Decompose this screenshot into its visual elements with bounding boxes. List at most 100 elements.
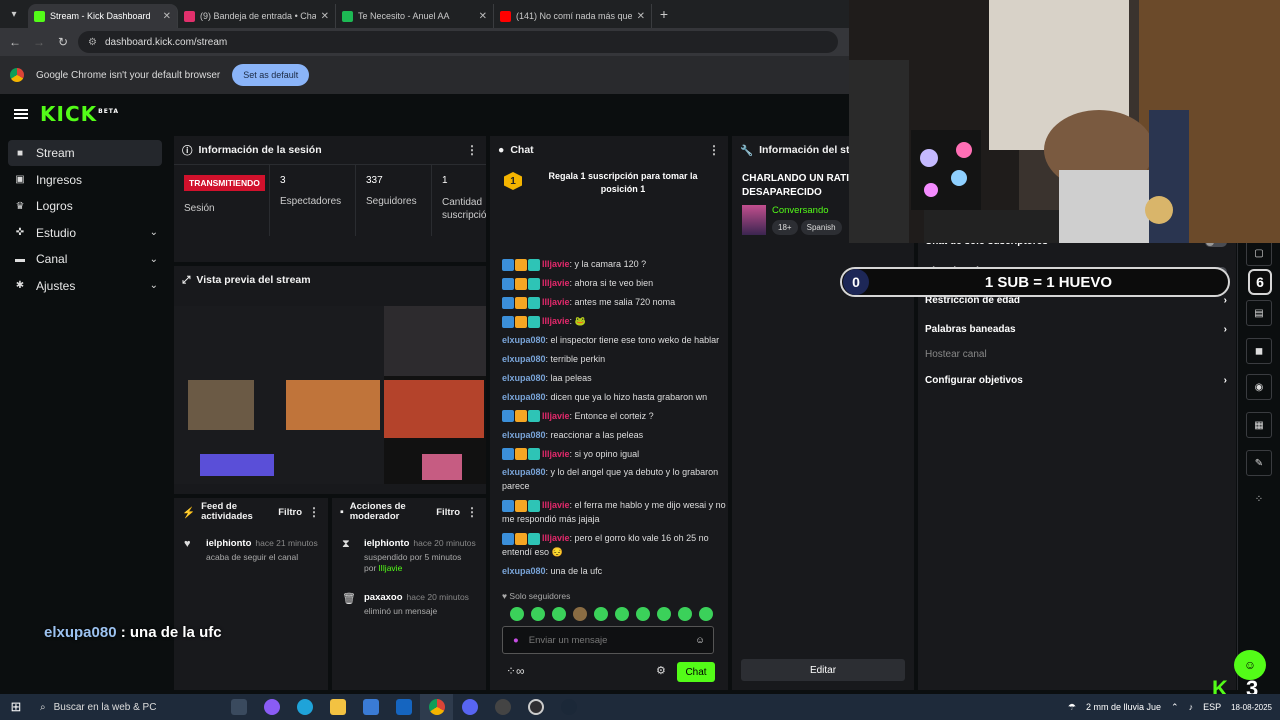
emote-icon[interactable] <box>573 607 587 621</box>
sidebar-item-estudio[interactable]: ✜ Estudio ⌄ <box>8 220 162 246</box>
chat-username[interactable]: elxupa080 <box>502 354 546 364</box>
moderator-by-user[interactable]: lIljavie <box>379 563 403 573</box>
chat-username[interactable]: lIljavie <box>542 449 570 459</box>
chat-setting-row[interactable]: Configurar objetivos › <box>925 375 1227 386</box>
copilot-icon[interactable] <box>255 694 288 720</box>
emote-icon[interactable] <box>636 607 650 621</box>
emote-icon[interactable] <box>594 607 608 621</box>
tab-close-icon[interactable]: ✕ <box>479 11 487 22</box>
emote-bar[interactable] <box>496 607 713 621</box>
moderator-user[interactable]: paxaxoo <box>364 592 403 603</box>
chat-message[interactable]: elxupa080: el inspector tiene ese tono w… <box>502 334 726 348</box>
sidebar-item-ingresos[interactable]: ▣ Ingresos <box>8 167 162 193</box>
emote-icon[interactable] <box>657 607 671 621</box>
browser-tab[interactable]: (9) Bandeja de entrada • Chats ✕ <box>178 4 336 28</box>
chat-message[interactable]: elxupa080: una de la ufc <box>502 565 726 579</box>
chat-username[interactable]: elxupa080 <box>502 430 546 440</box>
emote-icon[interactable] <box>552 607 566 621</box>
chat-message[interactable]: lIljavie: si yo opino igual <box>502 448 726 462</box>
sidebar-item-ajustes[interactable]: ✱ Ajustes ⌄ <box>8 273 162 299</box>
chat-messages[interactable]: lIljavie: y la camara 120 ? lIljavie: aho… <box>502 214 726 584</box>
taskbar-search[interactable]: ⌕ Buscar en la web & PC <box>32 694 222 720</box>
moderator-user[interactable]: ielphionto <box>364 538 409 549</box>
chat-setting-row[interactable]: Hostear canal <box>925 349 1227 360</box>
task-view-icon[interactable] <box>222 694 255 720</box>
browser-tab[interactable]: Te Necesito - Anuel AA ✕ <box>336 4 494 28</box>
store-icon[interactable] <box>354 694 387 720</box>
chat-username[interactable]: lIljavie <box>542 316 570 326</box>
emote-icon[interactable] <box>615 607 629 621</box>
chat-message[interactable]: lIljavie: ahora si te veo bien <box>502 277 726 291</box>
sidebar-item-logros[interactable]: ♛ Logros <box>8 193 162 219</box>
browser-tab[interactable]: (141) No comí nada más que ✕ <box>494 4 652 28</box>
pinned-goal[interactable]: 1 Regala 1 suscripción para tomar la pos… <box>490 164 728 206</box>
app-icon[interactable] <box>486 694 519 720</box>
kick-logo[interactable]: KICKBETA <box>40 102 119 126</box>
speaker-icon[interactable]: ♪ <box>1189 702 1194 712</box>
tab-close-icon[interactable]: ✕ <box>637 11 645 22</box>
chat-message[interactable]: elxupa080: dicen que ya lo hizo hasta gr… <box>502 391 726 405</box>
emote-icon[interactable] <box>678 607 692 621</box>
category-name[interactable]: Conversando <box>772 205 842 216</box>
chat-message[interactable]: elxupa080: terrible perkin <box>502 353 726 367</box>
weather-text[interactable]: 2 mm de lluvia Jue <box>1086 702 1161 712</box>
clipboard-icon[interactable]: ▤ <box>1246 300 1272 326</box>
chat-username[interactable]: lIljavie <box>542 500 570 510</box>
chat-username[interactable]: lIljavie <box>542 411 570 421</box>
chat-message[interactable]: lIljavie: y la camara 120 ? <box>502 258 726 272</box>
obs-icon[interactable] <box>519 694 552 720</box>
edit-button[interactable]: Editar <box>741 659 905 681</box>
broadcast-icon[interactable]: ◉ <box>1246 374 1272 400</box>
points-icon[interactable]: ⁘∞ <box>506 664 525 678</box>
date-text[interactable]: 18-08-2025 <box>1231 703 1272 712</box>
emote-icon[interactable] <box>699 607 713 621</box>
sidebar-item-canal[interactable]: ▬ Canal ⌄ <box>8 246 162 272</box>
chat-username[interactable]: lIljavie <box>542 259 570 269</box>
lang-indicator[interactable]: ESP <box>1203 702 1221 712</box>
chat-setting-row[interactable]: Palabras baneadas › <box>925 324 1227 335</box>
menu-icon[interactable] <box>14 109 28 119</box>
activity-menu-icon[interactable]: ⋮ <box>308 505 320 519</box>
file-explorer-icon[interactable] <box>321 694 354 720</box>
chat-username[interactable]: elxupa080 <box>502 566 546 576</box>
send-chat-button[interactable]: Chat <box>677 662 715 682</box>
chat-message[interactable]: lIljavie: el ferra me hablo y me dijo we… <box>502 499 726 527</box>
outlook-icon[interactable] <box>387 694 420 720</box>
activity-filter-button[interactable]: Filtro <box>278 507 302 518</box>
emoji-icon[interactable]: ☺ <box>695 635 705 646</box>
browser-tab[interactable]: Stream - Kick Dashboard ✕ <box>28 4 178 28</box>
edge-icon[interactable] <box>288 694 321 720</box>
chat-username[interactable]: elxupa080 <box>502 392 546 402</box>
wrench-tool-icon[interactable]: ✎ <box>1246 450 1272 476</box>
moderator-filter-button[interactable]: Filtro <box>436 507 460 518</box>
chat-message[interactable]: elxupa080: y lo del angel que ya debuto … <box>502 466 726 494</box>
chat-bubble-icon[interactable]: ◼ <box>1246 338 1272 364</box>
chat-message[interactable]: elxupa080: laa peleas <box>502 372 726 386</box>
moderator-menu-icon[interactable]: ⋮ <box>466 505 478 519</box>
chat-message[interactable]: lIljavie: Entonce el corteiz ? <box>502 410 726 424</box>
new-tab-button[interactable]: + <box>652 6 676 22</box>
steam-icon[interactable] <box>552 694 585 720</box>
share-icon[interactable]: ⁘ <box>1246 486 1272 512</box>
mic-icon[interactable]: ● <box>513 635 519 646</box>
reload-icon[interactable]: ↻ <box>54 35 72 49</box>
tab-close-icon[interactable]: ✕ <box>321 11 329 22</box>
set-default-button[interactable]: Set as default <box>232 64 310 86</box>
chat-input[interactable]: ● Enviar un mensaje ☺ <box>502 626 714 654</box>
tab-close-icon[interactable]: ✕ <box>163 11 171 22</box>
chat-username[interactable]: elxupa080 <box>502 335 546 345</box>
activity-user[interactable]: ielphionto <box>206 538 251 549</box>
session-menu-icon[interactable]: ⋮ <box>466 143 478 157</box>
forward-icon[interactable]: → <box>30 35 48 49</box>
chat-username[interactable]: elxupa080 <box>502 373 546 383</box>
chat-username[interactable]: elxupa080 <box>502 467 546 477</box>
print-icon[interactable]: ▦ <box>1246 412 1272 438</box>
chat-message[interactable]: lIljavie: 🐸 <box>502 315 726 329</box>
chat-message[interactable]: lIljavie: pero el gorro klo vale 16 oh 2… <box>502 532 726 560</box>
tab-search-icon[interactable]: ▾ <box>0 0 28 28</box>
site-info-icon[interactable]: ⚙ <box>88 37 97 48</box>
chat-username[interactable]: lIljavie <box>542 533 570 543</box>
chat-username[interactable]: lIljavie <box>542 297 570 307</box>
tray-chevron-icon[interactable]: ⌃ <box>1171 702 1179 713</box>
stream-preview[interactable] <box>174 306 486 484</box>
